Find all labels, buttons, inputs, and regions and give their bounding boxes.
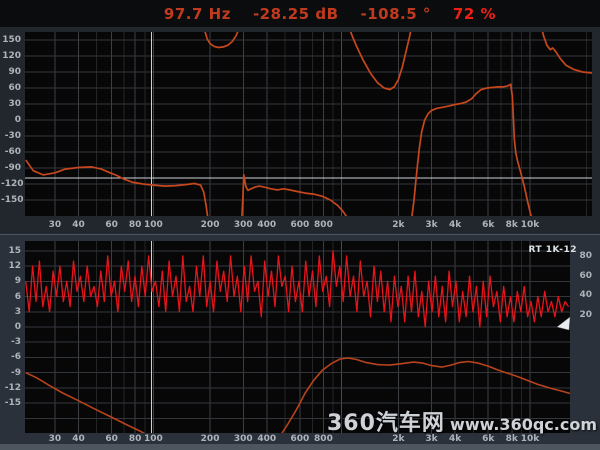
axis-tick-label: 400 [254, 220, 280, 230]
axis-tick-label: 100 [140, 434, 166, 444]
axis-tick-label: -120 [1, 179, 21, 189]
frequency-readout: 97.7 Hz [164, 5, 231, 23]
axis-tick-label: 4k [442, 220, 468, 230]
axis-tick-label: 80 [574, 251, 592, 261]
analyzer-window: 97.7 Hz -28.25 dB -108.5 ° 72 % RT 1K-12… [0, 0, 600, 450]
axis-tick-label: 40 [65, 434, 91, 444]
phase-trace [541, 32, 592, 73]
axis-tick-label: -12 [1, 383, 21, 393]
axis-tick-label: 10k [517, 220, 543, 230]
axis-tick-label: 6k [475, 220, 501, 230]
mouse-cursor-icon [554, 314, 574, 334]
axis-tick-label: 12 [1, 261, 21, 271]
axis-tick-label: 800 [310, 220, 336, 230]
axis-tick-label: 120 [1, 51, 21, 61]
axis-tick-label: 40 [574, 290, 592, 300]
axis-tick-label: 60 [574, 271, 592, 281]
watermark: 360汽车网 www.360qc.com [327, 405, 597, 437]
axis-tick-label: 3 [1, 307, 21, 317]
axis-tick-label: 30 [1, 99, 21, 109]
axis-tick-label: 60 [1, 83, 21, 93]
axis-tick-label: 20 [574, 310, 592, 320]
axis-tick-label: 300 [230, 434, 256, 444]
axis-tick-label: -15 [1, 398, 21, 408]
axis-tick-label: -3 [1, 337, 21, 347]
phase-trace [348, 32, 412, 90]
watermark-url: www.360qc.com [450, 415, 597, 434]
level-readout: -28.25 dB [253, 5, 339, 23]
axis-tick-label: 600 [287, 220, 313, 230]
rt-mode-label: RT 1K-12 [528, 245, 577, 255]
axis-tick-label: -90 [1, 163, 21, 173]
percent-readout: 72 % [453, 5, 496, 23]
readout-header-bar: 97.7 Hz -28.25 dB -108.5 ° 72 % [0, 0, 600, 27]
axis-tick-label: 6 [1, 292, 21, 302]
axis-tick-label: -6 [1, 352, 21, 362]
axis-tick-label: 30 [42, 434, 68, 444]
axis-tick-label: 3k [419, 220, 445, 230]
axis-tick-label: 100 [140, 220, 166, 230]
watermark-brand: 360汽车网 [327, 411, 445, 436]
rt-jagged-trace [26, 251, 569, 327]
axis-tick-label: 90 [1, 67, 21, 77]
axis-tick-label: -150 [1, 195, 21, 205]
axis-tick-label: 40 [65, 220, 91, 230]
axis-tick-label: 200 [197, 434, 223, 444]
bottom-chrome-strip [0, 444, 600, 450]
axis-tick-label: 600 [287, 434, 313, 444]
axis-tick-label: 15 [1, 246, 21, 256]
axis-tick-label: 60 [99, 434, 125, 444]
phase-plot-area[interactable] [25, 32, 592, 216]
axis-tick-label: 300 [230, 220, 256, 230]
axis-tick-label: 400 [254, 434, 280, 444]
axis-tick-label: -60 [1, 147, 21, 157]
axis-tick-label: 30 [42, 220, 68, 230]
axis-tick-label: -30 [1, 131, 21, 141]
axis-tick-label: -9 [1, 368, 21, 378]
phase-readout: -108.5 ° [361, 5, 431, 23]
axis-tick-label: 0 [1, 115, 21, 125]
axis-tick-label: 0 [1, 322, 21, 332]
phase-trace [242, 175, 347, 216]
axis-tick-label: 60 [99, 220, 125, 230]
axis-tick-label: 150 [1, 35, 21, 45]
axis-tick-label: 200 [197, 220, 223, 230]
axis-tick-label: 2k [385, 220, 411, 230]
axis-tick-label: 9 [1, 276, 21, 286]
